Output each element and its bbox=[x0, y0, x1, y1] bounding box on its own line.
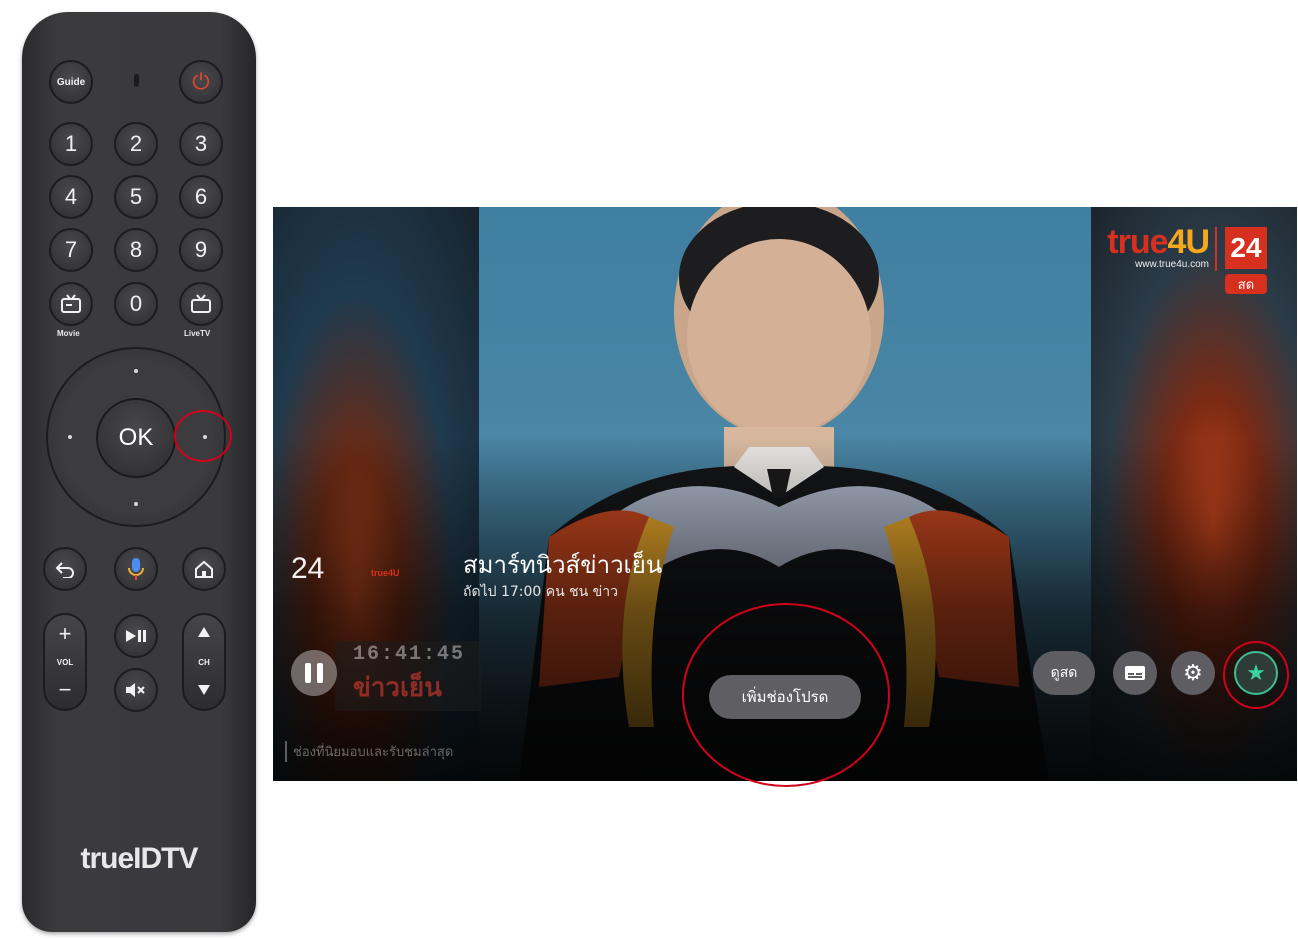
guide-button[interactable]: Guide bbox=[49, 60, 93, 104]
volume-down[interactable]: − bbox=[45, 677, 85, 703]
pause-icon-bar-left bbox=[305, 663, 311, 683]
mute-icon bbox=[126, 683, 145, 697]
livetv-caption: LiveTV bbox=[184, 329, 211, 338]
chevron-up-icon bbox=[198, 627, 210, 637]
movie-caption: Movie bbox=[57, 329, 80, 338]
movie-button[interactable] bbox=[49, 282, 93, 326]
livetv-button[interactable] bbox=[179, 282, 223, 326]
play-pause-button[interactable] bbox=[114, 614, 158, 658]
power-button[interactable]: ⏻ bbox=[179, 60, 223, 104]
digit-4-button[interactable]: 4 bbox=[49, 175, 93, 219]
dpad-up[interactable] bbox=[134, 369, 138, 373]
highlight-toast-circle bbox=[682, 603, 890, 787]
volume-up[interactable]: + bbox=[45, 621, 85, 647]
back-button[interactable] bbox=[43, 547, 87, 591]
recent-channels-label: ช่องที่นิยมอบและรับชมล่าสุด bbox=[285, 741, 453, 762]
pause-button[interactable] bbox=[291, 650, 337, 696]
brand-true-text: true bbox=[1107, 223, 1168, 261]
digit-0-button[interactable]: 0 bbox=[114, 282, 158, 326]
remote-control: Guide ⏻ 1 2 3 4 5 6 7 8 9 0 Movie LiveTV… bbox=[22, 12, 256, 932]
tv-icon bbox=[191, 294, 211, 313]
brand-4u-text: 4U bbox=[1167, 223, 1210, 261]
home-button[interactable] bbox=[182, 547, 226, 591]
channel-down[interactable] bbox=[184, 683, 224, 701]
next-program: ถัดไป 17:00 คน ชน ข่าว bbox=[463, 584, 618, 600]
channel-logo-small: true4U bbox=[371, 568, 400, 578]
mute-button[interactable] bbox=[114, 668, 158, 712]
digit-3-button[interactable]: 3 bbox=[179, 122, 223, 166]
watch-live-button[interactable]: ดูสด bbox=[1033, 651, 1095, 695]
channel-rocker[interactable]: CH bbox=[182, 613, 226, 711]
ticker-time: 16:41:45 bbox=[353, 643, 466, 666]
live-badge: สด bbox=[1225, 274, 1267, 294]
ticker-program: ข่าวเย็น bbox=[353, 673, 442, 703]
digit-2-button[interactable]: 2 bbox=[114, 122, 158, 166]
home-icon bbox=[195, 560, 213, 578]
digit-8-button[interactable]: 8 bbox=[114, 228, 158, 272]
subtitles-button[interactable] bbox=[1113, 651, 1157, 695]
back-icon bbox=[55, 562, 74, 578]
settings-button[interactable]: ⚙ bbox=[1171, 651, 1215, 695]
digit-9-button[interactable]: 9 bbox=[179, 228, 223, 272]
highlight-favorite-circle bbox=[1223, 641, 1289, 709]
indicator-led bbox=[134, 74, 139, 87]
digit-5-button[interactable]: 5 bbox=[114, 175, 158, 219]
volume-label: VOL bbox=[56, 658, 74, 667]
program-title: สมาร์ทนิวส์ข่าวเย็น bbox=[463, 551, 663, 579]
digit-1-button[interactable]: 1 bbox=[49, 122, 93, 166]
movie-icon bbox=[61, 294, 81, 313]
highlight-dpad-right bbox=[174, 410, 232, 462]
pause-icon-bar-right bbox=[317, 663, 323, 683]
play-pause-icon bbox=[126, 630, 146, 642]
channel-number-badge: 24 bbox=[1225, 227, 1267, 269]
remote-brand-logo: trueIDTV bbox=[80, 842, 198, 875]
chevron-down-icon bbox=[198, 685, 210, 695]
dpad-down[interactable] bbox=[134, 502, 138, 506]
brand-divider bbox=[1215, 227, 1217, 271]
channel-up[interactable] bbox=[184, 625, 224, 643]
subtitles-icon bbox=[1125, 666, 1145, 680]
microphone-icon bbox=[128, 558, 144, 580]
channel-brand-logo: true4U bbox=[1107, 223, 1210, 262]
volume-rocker[interactable]: + VOL − bbox=[43, 613, 87, 711]
channel-label: CH bbox=[198, 658, 210, 667]
news-ticker-overlay: 16:41:45 ข่าวเย็น bbox=[335, 641, 481, 711]
gear-icon: ⚙ bbox=[1183, 660, 1203, 686]
dpad-left[interactable] bbox=[68, 435, 72, 439]
voice-button[interactable] bbox=[114, 547, 158, 591]
channel-number: 24 bbox=[291, 552, 325, 585]
ok-button[interactable]: OK bbox=[96, 398, 176, 478]
digit-6-button[interactable]: 6 bbox=[179, 175, 223, 219]
digit-7-button[interactable]: 7 bbox=[49, 228, 93, 272]
brand-url: www.true4u.com bbox=[1135, 259, 1209, 270]
